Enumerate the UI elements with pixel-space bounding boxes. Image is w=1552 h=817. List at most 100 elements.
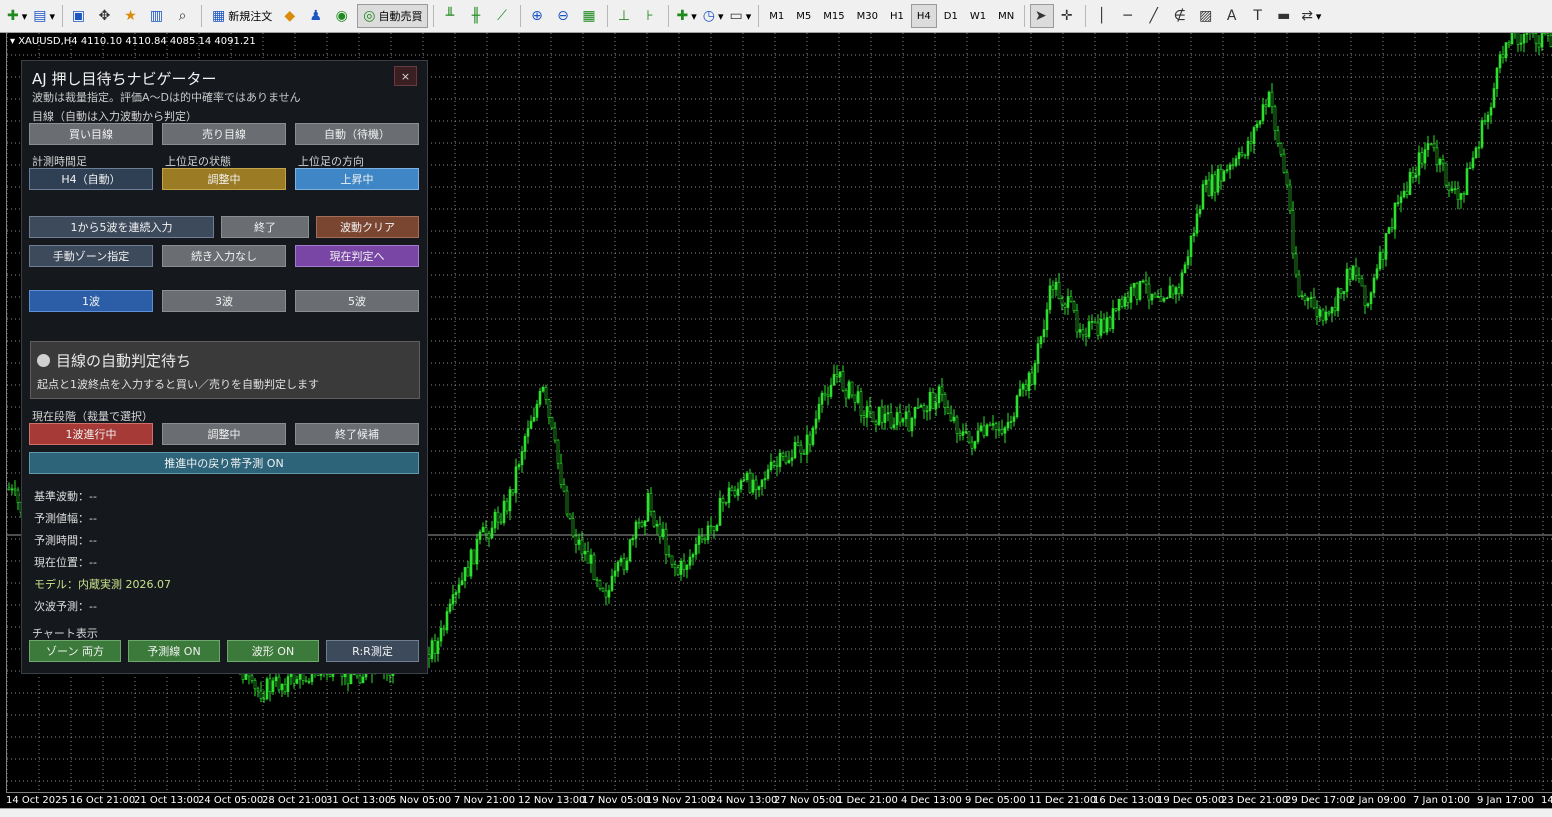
candlestick-icon[interactable]: ╫ [465, 4, 489, 28]
candlestick [283, 678, 287, 695]
auto-trade-button[interactable]: ◎ 自動売買 [357, 4, 429, 28]
manual-zone-button[interactable]: 手動ゾーン指定 [29, 245, 153, 267]
timeframe-button[interactable]: H4（自動） [29, 168, 153, 190]
candle-body [1060, 298, 1064, 305]
arrows-icon[interactable]: ⇄ ▾ [1299, 4, 1323, 28]
candle-body [1096, 322, 1100, 336]
candle-body [967, 431, 971, 443]
candle-body [1369, 292, 1373, 305]
market-icon[interactable]: ◉ [331, 4, 355, 28]
tf-w1[interactable]: W1 [965, 4, 991, 28]
finish-button[interactable]: 終了 [221, 216, 309, 238]
data-window-icon[interactable]: ✥ [94, 4, 118, 28]
tf-mn[interactable]: MN [993, 4, 1019, 28]
candle-body [505, 500, 509, 512]
crosshair-icon[interactable]: ✛ [1056, 4, 1080, 28]
text-tool-icon[interactable]: A [1221, 4, 1245, 28]
pullback-forecast-button[interactable]: 推進中の戻り帯予測 ON [29, 452, 419, 474]
tf-m30[interactable]: M30 [852, 4, 883, 28]
candle-body [898, 412, 902, 423]
candle-body [1372, 277, 1376, 294]
auto-bias-button[interactable]: 自動（待機） [295, 123, 419, 145]
candle-body [1414, 174, 1418, 178]
candle-body [1339, 288, 1343, 294]
upper-state-button[interactable]: 調整中 [162, 168, 286, 190]
candlestick [715, 523, 719, 532]
candle-body [853, 394, 857, 403]
candle-body [553, 427, 557, 441]
equidistant-channel-icon[interactable]: ▨ [1195, 4, 1219, 28]
candle-body [916, 406, 920, 409]
rr-measure-button[interactable]: R:R測定 [326, 640, 419, 662]
tf-h1[interactable]: H1 [885, 4, 909, 28]
periods-icon[interactable]: ◷ ▾ [701, 4, 726, 28]
wave-1-button[interactable]: 1波 [29, 290, 153, 312]
candlestick [973, 440, 977, 451]
profiles-icon[interactable]: ▤ ▾ [31, 4, 57, 28]
candlestick [1006, 412, 1010, 432]
wave-shape-button[interactable]: 波形 ON [227, 640, 319, 662]
candle-body [652, 511, 656, 527]
market-watch-icon[interactable]: ▣ [68, 4, 92, 28]
signals-icon[interactable]: ♟ [305, 4, 329, 28]
text-label-icon[interactable]: T [1247, 4, 1271, 28]
bar-chart-icon[interactable]: ╨ [439, 4, 463, 28]
chart-shift-icon[interactable]: ⊥ [613, 4, 637, 28]
to-current-button[interactable]: 現在判定へ [295, 245, 419, 267]
candlestick [1039, 335, 1043, 349]
fibonacci-icon[interactable]: ∉ [1169, 4, 1193, 28]
auto-scroll-icon[interactable]: ⊦ [639, 4, 663, 28]
wave-3-button[interactable]: 3波 [162, 290, 286, 312]
trendline-icon[interactable]: ╱ [1143, 4, 1167, 28]
candle-body [1450, 188, 1454, 192]
strategy-tester-icon[interactable]: ⌕ [172, 4, 196, 28]
close-button[interactable]: × [394, 66, 417, 86]
new-order-button[interactable]: ▦ 新規注文 [207, 4, 277, 28]
forecast-line-button[interactable]: 予測線 ON [128, 640, 220, 662]
candlestick [937, 384, 941, 408]
upper-direction-button[interactable]: 上昇中 [295, 168, 419, 190]
zoom-in-icon[interactable]: ⊕ [526, 4, 550, 28]
candle-body [1378, 251, 1382, 270]
candle-body [250, 675, 254, 681]
tf-m15[interactable]: M15 [818, 4, 849, 28]
sell-bias-button[interactable]: 売り目線 [162, 123, 286, 145]
new-chart-icon[interactable]: ✚ ▾ [5, 4, 29, 28]
phase-end-candidate-button[interactable]: 終了候補 [295, 423, 419, 445]
zone-both-button[interactable]: ゾーン 両方 [29, 640, 121, 662]
toolbar-separator [1024, 5, 1026, 27]
phase-adjusting-button[interactable]: 調整中 [162, 423, 286, 445]
tf-d1[interactable]: D1 [939, 4, 963, 28]
no-continue-button[interactable]: 続き入力なし [162, 245, 286, 267]
horizontal-line-icon[interactable]: ─ [1117, 4, 1141, 28]
candle-body [1525, 33, 1529, 35]
cursor-icon[interactable]: ➤ [1030, 4, 1055, 28]
candle-body [997, 428, 1001, 431]
navigator-icon[interactable]: ★ [120, 4, 144, 28]
phase-wave1-button[interactable]: 1波進行中 [29, 423, 153, 445]
tile-windows-icon[interactable]: ▦ [578, 4, 602, 28]
vertical-line-icon[interactable]: │ [1091, 4, 1115, 28]
candle-body [1177, 287, 1181, 294]
indicators-icon[interactable]: ✚ ▾ [674, 4, 698, 28]
candle-body [865, 406, 869, 418]
candlestick [1216, 165, 1220, 196]
zoom-out-icon[interactable]: ⊖ [552, 4, 576, 28]
candle-body [430, 640, 434, 659]
wave-input-button[interactable]: 1から5波を連続入力 [29, 216, 214, 238]
wave-5-button[interactable]: 5波 [295, 290, 419, 312]
templates-icon[interactable]: ▭ ▾ [728, 4, 754, 28]
terminal-icon[interactable]: ▥ [146, 4, 170, 28]
buy-bias-button[interactable]: 買い目線 [29, 123, 153, 145]
line-chart-icon[interactable]: ⟋ [491, 4, 515, 28]
tf-m5[interactable]: M5 [791, 4, 816, 28]
candlestick [1447, 181, 1451, 197]
rectangle-icon[interactable]: ▬ [1273, 4, 1297, 28]
tf-h4[interactable]: H4 [910, 4, 937, 28]
wave-clear-button[interactable]: 波動クリア [316, 216, 419, 238]
candle-body [1273, 106, 1277, 131]
metaeditor-icon[interactable]: ◆ [279, 4, 303, 28]
tf-m1[interactable]: M1 [764, 4, 789, 28]
candle-body [805, 434, 809, 455]
candle-body [1174, 287, 1178, 295]
